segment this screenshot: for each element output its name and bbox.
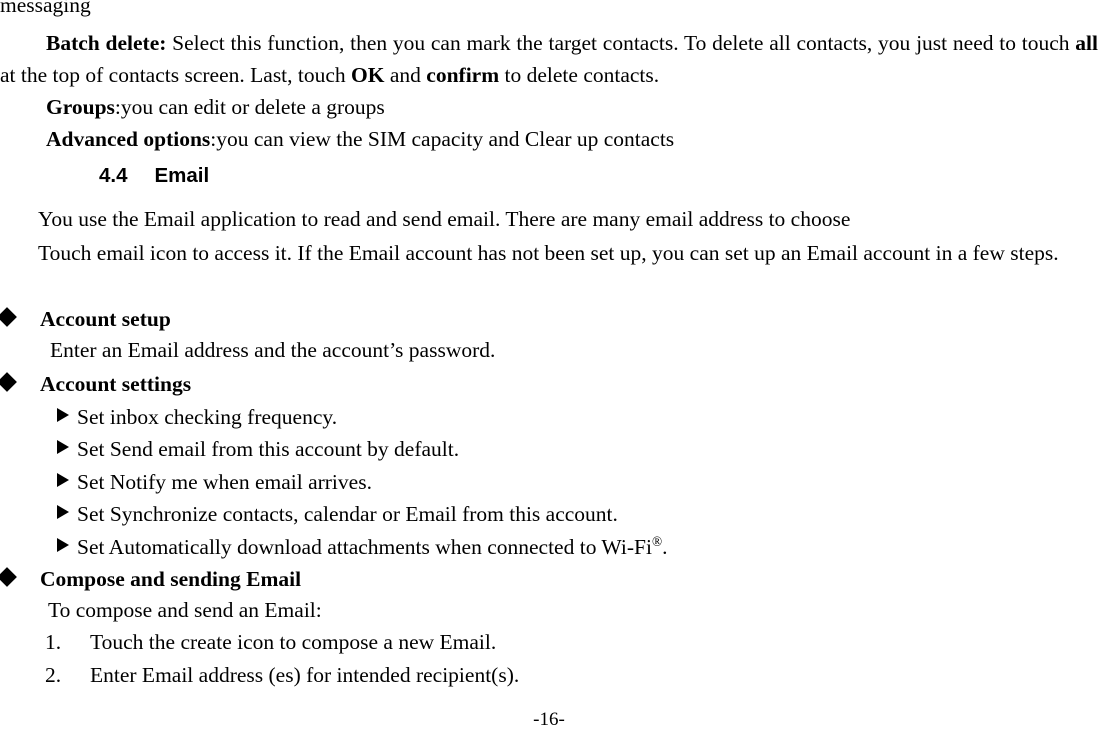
step-text: Touch the create icon to compose a new E… xyxy=(90,630,497,654)
arrow-bullet-icon xyxy=(57,440,69,455)
registered-trademark-icon: ® xyxy=(651,533,663,549)
sub-bullet-text: Set Synchronize contacts, calendar or Em… xyxy=(77,502,618,527)
bullet-label-compose-sending-email: Compose and sending Email xyxy=(40,567,302,592)
groups-text: :you can edit or delete a groups xyxy=(114,95,385,119)
arrow-bullet-icon xyxy=(57,473,69,488)
intro-paragraph-2: Touch email icon to access it. If the Em… xyxy=(38,241,1059,265)
sub-bullet-item: Set Synchronize contacts, calendar or Em… xyxy=(57,500,618,526)
intro-line-1: You use the Email application to read an… xyxy=(38,207,851,231)
section-number: 4.4 xyxy=(99,164,128,187)
diamond-bullet-icon xyxy=(0,307,17,327)
advanced-options-label: Advanced options xyxy=(46,127,211,151)
bullet-item-account-setup: Account setup xyxy=(0,305,171,331)
continued-text-line: messaging xyxy=(0,0,91,17)
section-title: Email xyxy=(154,164,210,187)
bullet-item-compose-sending-email: Compose and sending Email xyxy=(0,565,301,591)
batch-delete-text-2: at the top of contacts screen. Last, tou… xyxy=(0,62,352,87)
sub-bullet-item: Set Send email from this account by defa… xyxy=(57,435,459,461)
sub-bullet-text: Set inbox checking frequency. xyxy=(77,405,338,430)
batch-delete-bold-all: all xyxy=(1075,31,1098,55)
advanced-options-text: :you can view the SIM capacity and Clear… xyxy=(210,127,675,151)
batch-delete-bold-ok: OK xyxy=(351,62,385,87)
numbered-step: 1. Touch the create icon to compose a new… xyxy=(45,630,496,654)
diamond-bullet-icon xyxy=(0,372,17,392)
sub-bullet-text: Set Notify me when email arrives. xyxy=(77,470,372,495)
continued-text: messaging xyxy=(0,0,91,17)
groups-label: Groups xyxy=(46,95,115,119)
step-marker: 2. xyxy=(45,663,62,687)
sub-bullet-item: Set Notify me when email arrives. xyxy=(57,468,372,494)
advanced-options-line: Advanced options:you can view the SIM ca… xyxy=(46,127,674,151)
batch-delete-text-3: and xyxy=(384,62,427,87)
sub-bullet-item: Set inbox checking frequency. xyxy=(57,403,337,429)
sub-bullet-text: Set Automatically download attachments w… xyxy=(77,535,652,560)
arrow-bullet-icon xyxy=(57,538,69,553)
step-marker: 1. xyxy=(45,630,62,654)
sub-bullet-item: Set Automatically download attachments w… xyxy=(57,533,667,559)
compose-body: To compose and send an Email: xyxy=(48,598,322,622)
arrow-bullet-icon xyxy=(57,505,69,520)
bullet-label-account-setup: Account setup xyxy=(40,307,171,332)
sub-bullet-text-suffix: . xyxy=(662,535,668,560)
batch-delete-text-4: to delete contacts. xyxy=(499,62,660,87)
batch-delete-label: Batch delete: xyxy=(46,31,167,55)
batch-delete-paragraph: Batch delete: Select this function, then… xyxy=(0,28,1098,91)
diamond-bullet-icon xyxy=(0,567,17,587)
bullet-label-account-settings: Account settings xyxy=(40,372,192,397)
page-number-footer: -16- xyxy=(533,709,565,730)
numbered-step: 2. Enter Email address (es) for intended … xyxy=(45,663,519,687)
step-text: Enter Email address (es) for intended re… xyxy=(90,663,520,687)
arrow-bullet-icon xyxy=(57,408,69,423)
groups-line: Groups:you can edit or delete a groups xyxy=(46,95,385,119)
section-heading-email: 4.4 Email xyxy=(99,163,209,189)
batch-delete-text-1: Select this function, then you can mark … xyxy=(166,31,1076,55)
batch-delete-bold-confirm: confirm xyxy=(426,62,500,87)
account-setup-body: Enter an Email address and the account’s… xyxy=(50,338,496,362)
document-page: messaging Batch delete: Select this func… xyxy=(0,0,1098,733)
sub-bullet-text: Set Send email from this account by defa… xyxy=(77,437,460,462)
bullet-item-account-settings: Account settings xyxy=(0,370,191,396)
